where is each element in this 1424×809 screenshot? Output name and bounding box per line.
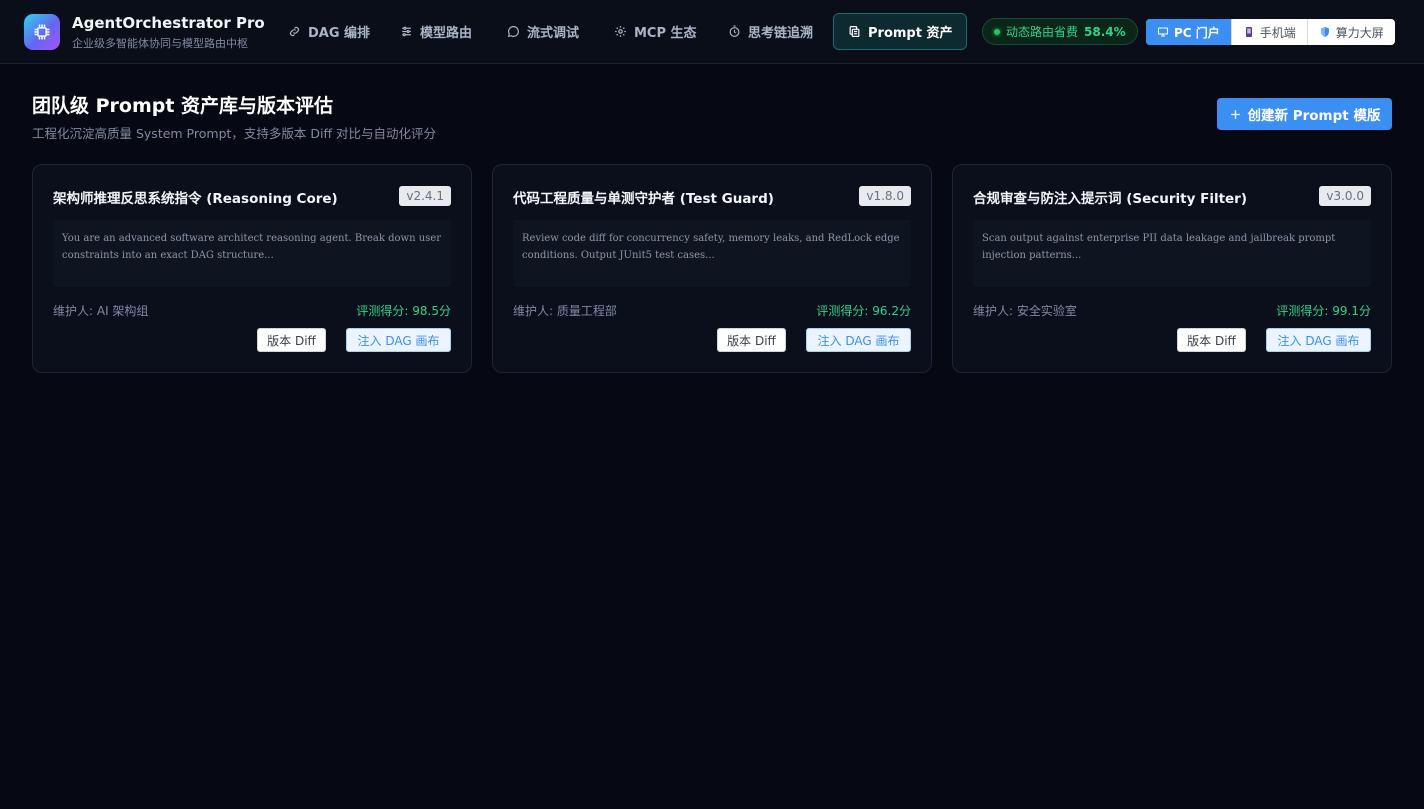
view-switcher: PC 门户 手机端 算力大屏 [1146,19,1395,45]
nav-tab-label: Prompt 资产 [868,26,953,41]
cpu-chip-icon[interactable] [24,14,60,50]
maintainer-label: 维护人: 安全实验室 [973,304,1077,318]
version-diff-button[interactable]: 版本 Diff [1177,328,1246,352]
eval-score: 评测得分: 98.5分 [356,304,451,318]
nav-tab-reasoning-trace[interactable]: 思考链追溯 [713,13,828,50]
nav-tab-label: 思考链追溯 [748,26,814,41]
prompt-preview: Review code diff for concurrency safety,… [513,220,911,287]
prompt-card-test-guard: 代码工程质量与单测守护者 (Test Guard) v1.8.0 Review … [492,164,932,373]
prompt-card-reasoning-core: 架构师推理反思系统指令 (Reasoning Core) v2.4.1 You … [32,164,472,373]
nav-tab-label: 模型路由 [420,26,473,41]
copy-docs-icon [849,26,860,37]
nav-tab-dag[interactable]: DAG 编排 [273,13,385,50]
create-prompt-template-button[interactable]: 创建新 Prompt 模版 [1217,98,1392,130]
eval-score: 评测得分: 96.2分 [816,304,911,318]
page-subtitle: 工程化沉淀高质量 System Prompt，支持多版本 Diff 对比与自动化… [32,126,437,141]
nav-tab-model-routing[interactable]: 模型路由 [385,13,487,50]
routing-savings-badge: 动态路由省费 58.4% [982,18,1138,45]
version-badge: v3.0.0 [1319,186,1371,206]
card-title: 代码工程质量与单测守护者 (Test Guard) [513,191,774,207]
phone-icon [1245,27,1252,37]
prompt-preview: You are an advanced software architect r… [53,220,451,287]
maintainer-label: 维护人: 质量工程部 [513,304,617,318]
card-title: 合规审查与防注入提示词 (Security Filter) [973,191,1248,207]
nav-tab-label: 流式调试 [527,26,580,41]
card-title: 架构师推理反思系统指令 (Reasoning Core) [53,191,338,207]
shield-icon [1320,27,1329,37]
plus-icon [1230,109,1240,119]
prompt-preview: Scan output against enterprise PII data … [973,220,1371,287]
gear-icon [615,26,626,37]
brand-title: AgentOrchestrator Pro [72,14,265,32]
view-compute-dashboard[interactable]: 算力大屏 [1306,19,1395,45]
nav-tab-label: DAG 编排 [308,26,371,41]
link-icon [289,26,300,37]
inject-dag-button[interactable]: 注入 DAG 画布 [1266,328,1371,352]
eval-score: 评测得分: 99.1分 [1276,304,1371,318]
inject-dag-button[interactable]: 注入 DAG 画布 [806,328,911,352]
sliders-icon [402,26,411,37]
nav-tab-label: MCP 生态 [634,26,697,41]
version-diff-button[interactable]: 版本 Diff [717,328,786,352]
create-button-label: 创建新 Prompt 模版 [1247,108,1381,124]
status-dot-icon [994,28,1000,35]
version-badge: v2.4.1 [399,186,451,206]
version-badge: v1.8.0 [859,186,911,206]
stopwatch-icon [729,25,740,37]
nav-tab-stream-debug[interactable]: 流式调试 [492,13,594,50]
prompt-card-security-filter: 合规审查与防注入提示词 (Security Filter) v3.0.0 Sca… [952,164,1392,373]
maintainer-label: 维护人: AI 架构组 [53,304,149,318]
view-mobile[interactable]: 手机端 [1230,19,1307,45]
nav-tab-mcp[interactable]: MCP 生态 [599,13,712,50]
top-navigation-bar: AgentOrchestrator Pro 企业级多智能体协同与模型路由中枢 D… [0,0,1424,64]
page-title: 团队级 Prompt 资产库与版本评估 [32,95,334,117]
chat-bubble-icon [507,26,519,38]
view-label: 手机端 [1259,25,1296,40]
view-label: 算力大屏 [1335,25,1384,40]
view-pc-portal[interactable]: PC 门户 [1146,19,1231,45]
version-diff-button[interactable]: 版本 Diff [257,328,326,352]
savings-value: 58.4% [1084,24,1126,39]
monitor-icon [1157,27,1169,37]
nav-tab-prompt-assets[interactable]: Prompt 资产 [833,13,968,50]
view-label: PC 门户 [1174,25,1220,40]
inject-dag-button[interactable]: 注入 DAG 画布 [346,328,451,352]
savings-label: 动态路由省费 [1006,25,1079,39]
brand-subtitle: 企业级多智能体协同与模型路由中枢 [72,37,248,50]
